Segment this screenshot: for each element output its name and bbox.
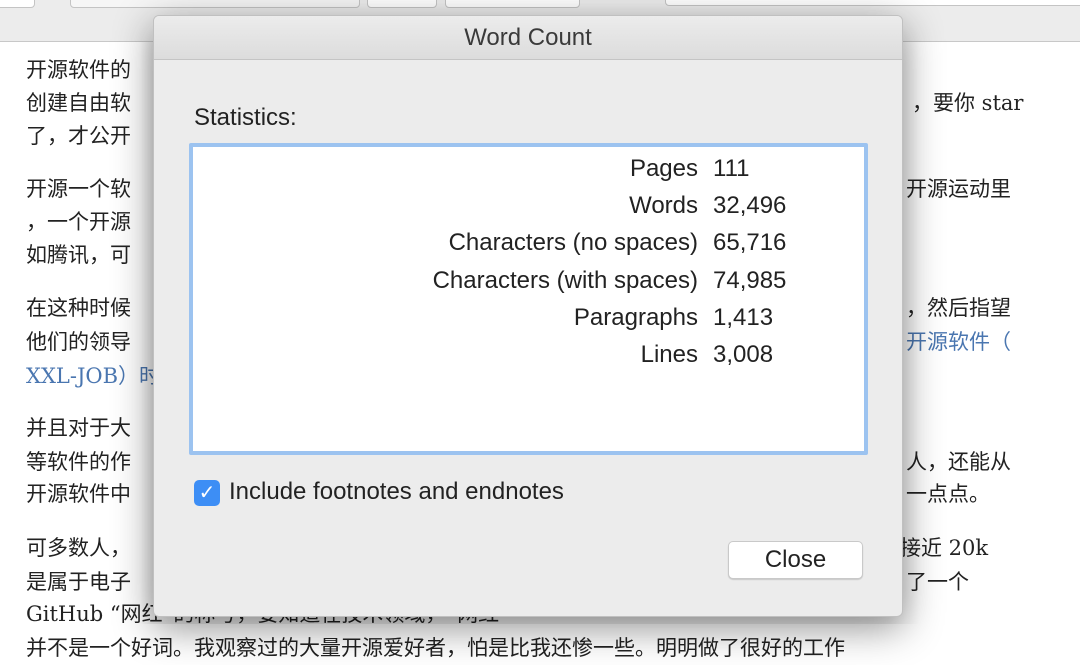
- word-count-dialog: Word Count Statistics: Pages 111 Words 32,…: [153, 15, 903, 617]
- doc-line: 在这种时候: [26, 296, 131, 320]
- doc-line: 并不是一个好词。我观察过的大量开源爱好者，怕是比我还惨一些。明明做了很好的工作: [26, 636, 845, 660]
- doc-line: 并且对于大: [26, 416, 131, 440]
- stat-label: Lines: [640, 341, 698, 368]
- stat-value: 111: [713, 155, 750, 182]
- include-footnotes-label[interactable]: Include footnotes and endnotes: [229, 478, 564, 506]
- stat-value: 1,413: [713, 304, 774, 331]
- doc-line: ，要你 star: [912, 91, 1024, 115]
- toolbar-button[interactable]: [0, 0, 35, 8]
- doc-line: 开源运动里: [906, 177, 1011, 201]
- doc-line: 创建自由软: [26, 91, 131, 115]
- statistics-label: Statistics:: [194, 104, 297, 131]
- doc-line: ，然后指望: [906, 296, 1011, 320]
- doc-line: 了，才公开: [26, 124, 131, 148]
- toolbar-search-field[interactable]: [665, 0, 1080, 6]
- doc-line: 如腾讯，可: [26, 243, 131, 267]
- stat-label: Paragraphs: [573, 304, 698, 331]
- include-footnotes-checkbox[interactable]: ✓: [194, 480, 220, 506]
- doc-line: 是属于电子: [26, 570, 131, 594]
- stat-label: Characters (with spaces): [432, 267, 698, 294]
- doc-line: 他们的领导: [26, 330, 131, 354]
- stat-label: Words: [629, 192, 698, 219]
- statistics-box: Pages 111 Words 32,496 Characters (no spac…: [189, 143, 868, 455]
- stat-row-words: Words 32,496: [193, 192, 864, 229]
- doc-line: 开源软件中: [26, 482, 131, 506]
- stat-value: 74,985: [713, 267, 787, 294]
- stat-row-characters-with-spaces: Characters (with spaces) 74,985: [193, 267, 864, 304]
- doc-line: ，一个开源: [26, 210, 131, 234]
- stat-row-pages: Pages 111: [193, 155, 864, 192]
- toolbar-segmented-control[interactable]: [70, 0, 360, 8]
- doc-line: 了一个: [906, 570, 969, 594]
- stat-value: 32,496: [713, 192, 787, 219]
- doc-line: 等软件的作: [26, 450, 131, 474]
- doc-line: 开源一个软: [26, 177, 131, 201]
- stat-row-lines: Lines 3,008: [193, 341, 864, 378]
- doc-link[interactable]: 开源软件（: [906, 327, 1011, 357]
- stat-row-characters-no-spaces: Characters (no spaces) 65,716: [193, 229, 864, 266]
- stat-label: Characters (no spaces): [448, 229, 698, 256]
- dialog-title: Word Count: [154, 16, 902, 60]
- close-button[interactable]: Close: [728, 541, 863, 579]
- stat-value: 3,008: [713, 341, 774, 368]
- doc-link[interactable]: XXL-JOB）时: [26, 361, 160, 391]
- stat-row-paragraphs: Paragraphs 1,413: [193, 304, 864, 341]
- stat-value: 65,716: [713, 229, 787, 256]
- doc-line: 开源软件的: [26, 58, 131, 82]
- checkmark-icon: ✓: [198, 482, 216, 504]
- doc-line: 可多数人，: [26, 536, 131, 560]
- toolbar-button-group[interactable]: [445, 0, 580, 8]
- toolbar-button[interactable]: [367, 0, 437, 8]
- doc-line: 接近 20k: [900, 536, 989, 560]
- stat-label: Pages: [629, 155, 698, 182]
- doc-line: 一点点。: [906, 482, 990, 506]
- doc-line: 人，还能从: [906, 450, 1011, 474]
